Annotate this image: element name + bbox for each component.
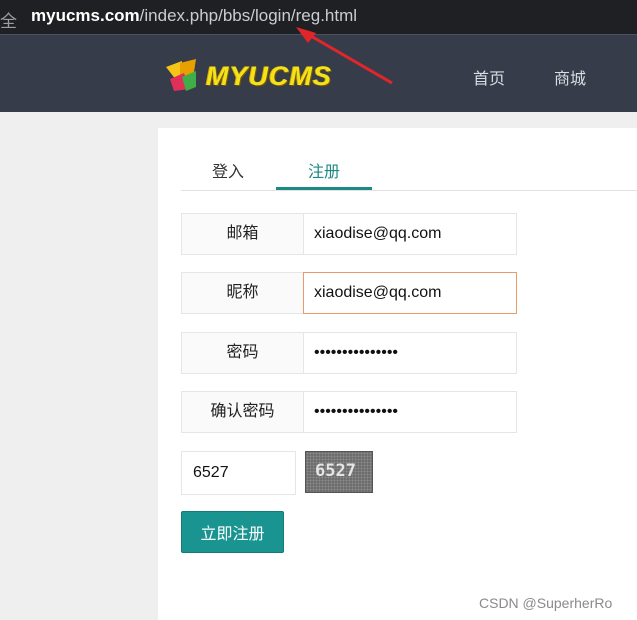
url-text[interactable]: myucms.com/index.php/bbs/login/reg.html — [31, 6, 357, 26]
captcha-image[interactable]: 6527 — [305, 451, 373, 493]
logo-mark-icon — [166, 59, 196, 91]
nav-mall[interactable]: 商城 — [554, 65, 586, 89]
nav-home[interactable]: 首页 — [473, 65, 505, 89]
active-tab-indicator — [276, 187, 372, 190]
password-label: 密码 — [181, 332, 304, 374]
logo-text: MYUCMS — [206, 61, 332, 91]
password-input[interactable] — [303, 332, 517, 374]
security-indicator[interactable]: 全 — [0, 7, 17, 32]
nickname-input[interactable] — [303, 272, 517, 314]
nickname-row: 昵称 — [181, 272, 517, 314]
captcha-image-text: 6527 — [315, 461, 356, 481]
captcha-input[interactable] — [181, 451, 296, 495]
site-logo[interactable]: MYUCMS — [162, 55, 397, 95]
watermark: CSDN @SuperherRo — [479, 595, 613, 611]
email-label: 邮箱 — [181, 213, 304, 255]
url-host: myucms.com — [31, 6, 140, 25]
register-submit-button[interactable]: 立即注册 — [181, 511, 284, 553]
url-path: /index.php/bbs/login/reg.html — [139, 6, 358, 25]
tab-login[interactable]: 登入 — [212, 158, 244, 182]
browser-address-bar[interactable]: 全 myucms.com/index.php/bbs/login/reg.htm… — [0, 0, 637, 34]
nickname-label: 昵称 — [181, 272, 304, 314]
confirm-password-label: 确认密码 — [181, 391, 304, 433]
password-row: 密码 — [181, 332, 517, 374]
tab-bar: 登入 注册 — [181, 150, 637, 191]
confirm-password-input[interactable] — [303, 391, 517, 433]
site-header: MYUCMS 首页 商城 — [0, 34, 637, 112]
tab-register[interactable]: 注册 — [308, 158, 340, 182]
register-panel: 登入 注册 邮箱 昵称 密码 确认密码 6527 立即注册 — [158, 128, 637, 620]
confirm-password-row: 确认密码 — [181, 391, 517, 433]
email-input[interactable] — [303, 213, 517, 255]
email-row: 邮箱 — [181, 213, 517, 255]
